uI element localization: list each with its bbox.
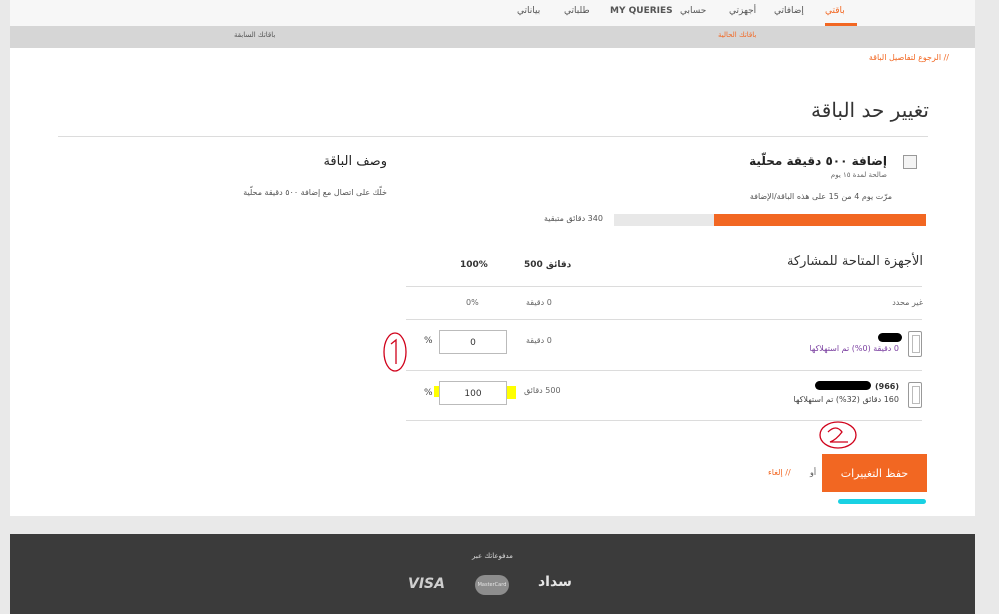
tab-current-packages[interactable]: باقاتك الحالية xyxy=(718,31,756,39)
nav-item-my-queries[interactable]: MY QUERIES xyxy=(610,6,673,16)
nav-item-my-devices[interactable]: أجهزتي xyxy=(729,6,756,16)
top-navigation: باقتي إضافاتي أجهزتي حسابي MY QUERIES طل… xyxy=(10,0,975,27)
package-subnav: باقاتك الحالية باقاتك السابقة xyxy=(10,26,975,48)
visa-logo: VISA xyxy=(408,576,445,592)
mastercard-logo: MasterCard xyxy=(475,575,509,595)
annotation-circle-1 xyxy=(383,332,407,372)
sadad-logo: سداد xyxy=(538,574,572,590)
tab-previous-packages[interactable]: باقاتك السابقة xyxy=(234,31,275,39)
nav-item-my-addons[interactable]: إضافاتي xyxy=(774,6,804,16)
annotation-numeral-1 xyxy=(390,338,397,364)
nav-item-my-package[interactable]: باقتي xyxy=(825,6,845,16)
main-card: // الرجوع لتفاصيل الباقة تغيير حد الباقة… xyxy=(10,48,975,516)
footer: مدفوعاتك عبر VISA MasterCard سداد xyxy=(10,534,975,614)
nav-item-my-requests[interactable]: طلباتي xyxy=(564,6,590,16)
nav-item-my-account[interactable]: حسابي xyxy=(680,6,706,16)
annotation-numeral-2 xyxy=(827,427,848,443)
payment-methods-title: مدفوعاتك عبر xyxy=(472,552,513,560)
nav-item-my-data[interactable]: بياناتي xyxy=(517,6,540,16)
red-markup-annotations xyxy=(383,332,857,449)
annotation-circle-2 xyxy=(819,421,857,449)
